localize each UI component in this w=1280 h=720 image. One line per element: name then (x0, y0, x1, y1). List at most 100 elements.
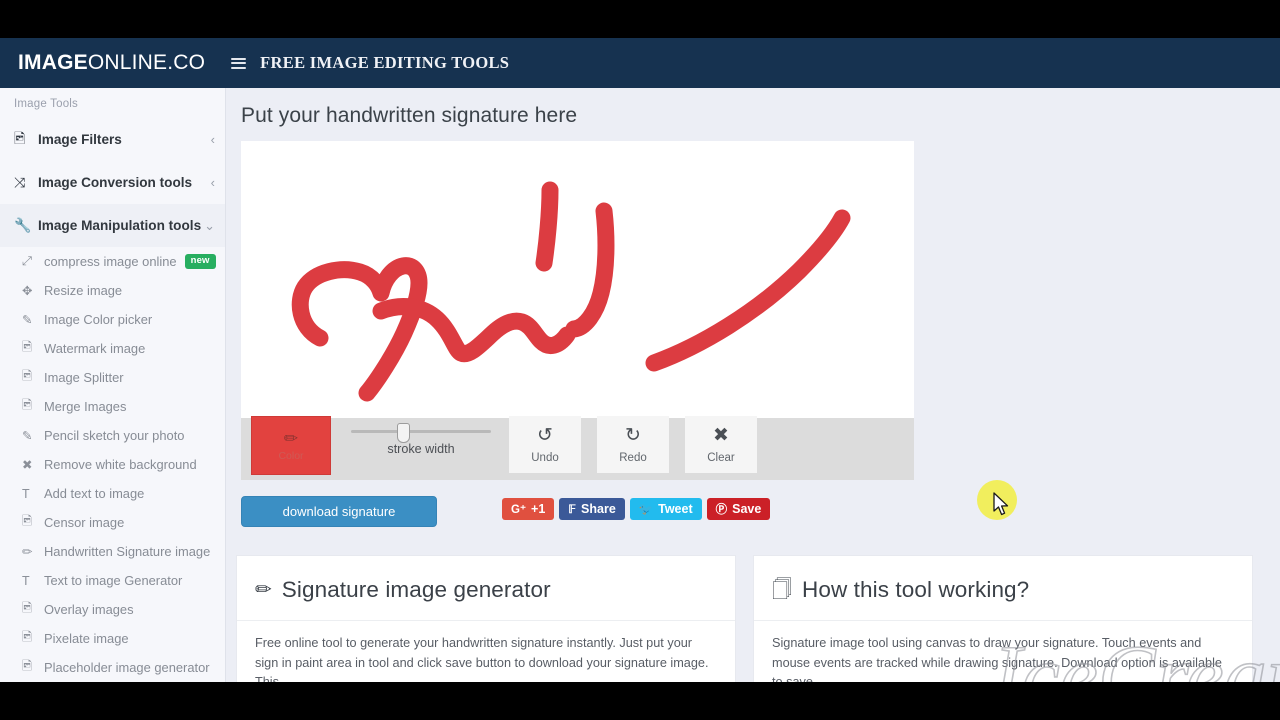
logo-light: ONLINE.CO (87, 51, 206, 74)
hamburger-icon[interactable] (231, 57, 247, 69)
sidebar-item-label: Placeholder image generator (44, 660, 210, 675)
close-icon: ✖ (713, 424, 729, 446)
stroke-width-slider[interactable] (351, 423, 491, 443)
logo-strong: IMAGE (18, 51, 88, 74)
sidebar-item-label: compress image online (44, 254, 177, 269)
sidebar-item-label: Censor image (44, 515, 125, 530)
twitter-icon: 🐦 (638, 504, 654, 516)
sidebar-item-label: Overlay images (44, 602, 134, 617)
sidebar-item-compress-image-online[interactable]: ⤢ compress image online new (0, 247, 225, 276)
color-picker-button[interactable]: ✏ Color (251, 416, 331, 475)
sidebar-item-label: Pixelate image (44, 631, 129, 646)
image-icon: 🖻 (14, 129, 26, 146)
google-plus-label: +1 (531, 502, 546, 516)
chevron-left-icon: ‹ (210, 132, 215, 147)
google-plus-share-button[interactable]: G⁺ +1 (502, 498, 555, 520)
sidebar-item-label: Resize image (44, 283, 123, 298)
sidebar-item-text-to-image-generator[interactable]: T Text to image Generator (0, 566, 225, 595)
shuffle-icon: ⤨ (14, 174, 26, 190)
google-plus-icon: G⁺ (511, 504, 527, 516)
signature-canvas[interactable] (241, 141, 914, 418)
sidebar-item-label: Merge Images (44, 399, 127, 414)
sidebar-item-censor-image[interactable]: 🖻 Censor image (0, 508, 225, 537)
sidebar-group-image-filters[interactable]: 🖻 Image Filters ‹ (0, 118, 225, 161)
wrench-icon: 🔧 (14, 217, 32, 233)
image-icon: 🖻 (22, 340, 33, 354)
sidebar-item-image-color-picker[interactable]: ✎ Image Color picker (0, 305, 225, 334)
sidebar-item-handwritten-signature-image[interactable]: ✏ Handwritten Signature image (0, 537, 225, 566)
sidebar-group-label: Image Conversion tools (38, 175, 193, 190)
sidebar-group-label: Image Manipulation tools (38, 218, 202, 233)
image-icon: 🖻 (22, 514, 33, 528)
sidebar-group-label: Image Filters (38, 132, 122, 147)
site-logo[interactable]: IMAGEONLINE.CO (18, 51, 205, 75)
canvas-toolbar: ✏ Color stroke width ↺ Undo ↻ Redo ✖ Cle… (241, 416, 914, 480)
redo-label: Redo (619, 451, 647, 464)
pencil-icon: ✏ (255, 579, 272, 601)
clear-button[interactable]: ✖ Clear (685, 416, 757, 473)
sidebar-item-label: Image Color picker (44, 312, 153, 327)
sidebar-item-label: Watermark image (44, 341, 146, 356)
sidebar-item-pencil-sketch-your-photo[interactable]: ✎ Pencil sketch your photo (0, 421, 225, 450)
chevron-left-icon: ‹ (210, 175, 215, 190)
sidebar-item-remove-white-background[interactable]: ✖ Remove white background (0, 450, 225, 479)
twitter-label: Tweet (658, 502, 693, 516)
undo-button[interactable]: ↺ Undo (509, 416, 581, 473)
sidebar-group-image-manipulation-tools[interactable]: 🔧 Image Manipulation tools ⌄ (0, 204, 225, 247)
text-icon: T (22, 573, 30, 588)
download-label: download signature (282, 504, 396, 519)
compress-icon: ⤢ (22, 254, 33, 268)
facebook-icon: 𝔽 (568, 504, 577, 516)
sidebar[interactable]: Image Tools 🖻 Image Filters ‹ ⤨ Image Co… (0, 88, 226, 682)
click-highlight (977, 480, 1017, 520)
sidebar-item-placeholder-image-generator[interactable]: 🖻 Placeholder image generator (0, 653, 225, 682)
sidebar-item-image-splitter[interactable]: 🖻 Image Splitter (0, 363, 225, 392)
chevron-down-icon: ⌄ (204, 218, 215, 233)
eyedropper-icon: ✎ (22, 313, 33, 327)
card-body: Signature image tool using canvas to dra… (772, 636, 1222, 682)
slider-thumb[interactable] (396, 423, 410, 443)
signature-drawing (291, 181, 851, 402)
sidebar-group-image-conversion-tools[interactable]: ⤨ Image Conversion tools ‹ (0, 161, 225, 204)
sidebar-item-add-text-to-image[interactable]: T Add text to image (0, 479, 225, 508)
nav-tools-label: FREE IMAGE EDITING TOOLS (260, 53, 510, 72)
pinterest-save-button[interactable]: Ⓟ Save (706, 498, 771, 520)
facebook-label: Share (581, 502, 616, 516)
stroke-width-control[interactable]: stroke width (351, 423, 491, 456)
image-icon: 🖻 (22, 601, 33, 615)
image-icon: 🖻 (22, 398, 33, 412)
twitter-share-button[interactable]: 🐦 Tweet (629, 498, 702, 520)
sidebar-item-overlay-images[interactable]: 🖻 Overlay images (0, 595, 225, 624)
page-title: Put your handwritten signature here (241, 104, 578, 127)
redo-icon: ↻ (625, 424, 641, 446)
card-header: ✏ Signature image generator (237, 556, 735, 603)
pencil-icon: ✏ (22, 545, 33, 559)
download-signature-button[interactable]: download signature (241, 496, 437, 527)
sidebar-item-merge-images[interactable]: 🖻 Merge Images (0, 392, 225, 421)
facebook-share-button[interactable]: 𝔽 Share (559, 498, 625, 520)
image-icon: 🖻 (22, 659, 33, 673)
text-icon: T (22, 486, 30, 501)
sidebar-item-label: Add text to image (44, 486, 145, 501)
letterbox-bottom (0, 682, 1280, 720)
sidebar-item-label: Remove white background (44, 457, 197, 472)
color-button-label: Color (278, 449, 304, 462)
sidebar-item-pixelate-image[interactable]: 🖻 Pixelate image (0, 624, 225, 653)
redo-button[interactable]: ↻ Redo (597, 416, 669, 473)
top-navbar: IMAGEONLINE.CO FREE IMAGE EDITING TOOLS (0, 38, 1280, 88)
card-header: 🗍 How this tool working? (754, 556, 1252, 603)
image-icon: 🖻 (22, 630, 33, 644)
sidebar-item-label: Handwritten Signature image (44, 544, 211, 559)
x-bold-icon: ✖ (22, 458, 33, 472)
sidebar-item-watermark-image[interactable]: 🖻 Watermark image (0, 334, 225, 363)
sidebar-item-resize-image[interactable]: ✥ Resize image (0, 276, 225, 305)
nav-tools-menu[interactable]: FREE IMAGE EDITING TOOLS (231, 53, 509, 73)
letterbox-top (0, 0, 1280, 38)
browser-viewport: IMAGEONLINE.CO FREE IMAGE EDITING TOOLS … (0, 38, 1280, 682)
main-content: Put your handwritten signature here ✏ Co… (227, 88, 1280, 682)
clear-label: Clear (707, 451, 735, 464)
info-card-how-this-tool-working: 🗍 How this tool working? Signature image… (753, 555, 1253, 682)
pen-icon: ✏ (283, 428, 299, 448)
card-title: Signature image generator (281, 577, 551, 602)
social-share-row: G⁺ +1 𝔽 Share 🐦 Tweet Ⓟ Save (502, 498, 771, 520)
